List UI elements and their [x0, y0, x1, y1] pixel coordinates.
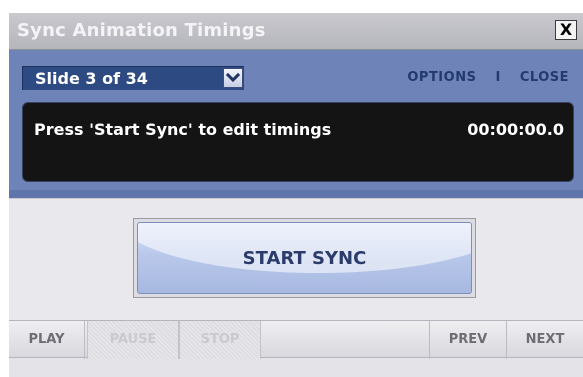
- pause-button[interactable]: PAUSE: [87, 321, 179, 359]
- status-message: Press 'Start Sync' to edit timings: [34, 120, 332, 139]
- next-button[interactable]: NEXT: [507, 321, 583, 359]
- prev-button[interactable]: PREV: [429, 321, 507, 359]
- close-icon: X: [559, 20, 573, 39]
- start-sync-button[interactable]: START SYNC: [133, 218, 476, 298]
- status-display: Press 'Start Sync' to edit timings 00:00…: [22, 102, 574, 182]
- close-link[interactable]: CLOSE: [520, 70, 569, 85]
- sync-area: START SYNC: [9, 198, 583, 320]
- stop-button[interactable]: STOP: [179, 321, 261, 359]
- link-separator: I: [495, 70, 501, 85]
- sync-animation-timings-window: Sync Animation Timings X Slide 3 of 34 O…: [9, 13, 583, 377]
- start-sync-label: START SYNC: [242, 248, 367, 269]
- toolbar-strip: PLAY PAUSE STOP PREV NEXT: [9, 320, 583, 359]
- start-sync-button-face: START SYNC: [137, 222, 472, 294]
- slide-dropdown-button[interactable]: [223, 68, 243, 88]
- play-button[interactable]: PLAY: [9, 321, 85, 359]
- options-link[interactable]: OPTIONS: [407, 70, 476, 85]
- playback-toolbar: PLAY PAUSE STOP PREV NEXT: [9, 320, 583, 377]
- title-bar: Sync Animation Timings X: [9, 13, 583, 50]
- window-title: Sync Animation Timings: [17, 20, 266, 41]
- timer-readout: 00:00:00.0: [467, 120, 564, 139]
- slide-selector[interactable]: Slide 3 of 34: [22, 66, 244, 90]
- slide-selector-label: Slide 3 of 34: [35, 69, 148, 88]
- control-panel: Slide 3 of 34 OPTIONS I CLOSE Press 'Sta…: [9, 50, 583, 198]
- chevron-down-icon: [225, 72, 241, 83]
- window-close-button[interactable]: X: [555, 20, 577, 40]
- panel-links: OPTIONS I CLOSE: [407, 70, 569, 85]
